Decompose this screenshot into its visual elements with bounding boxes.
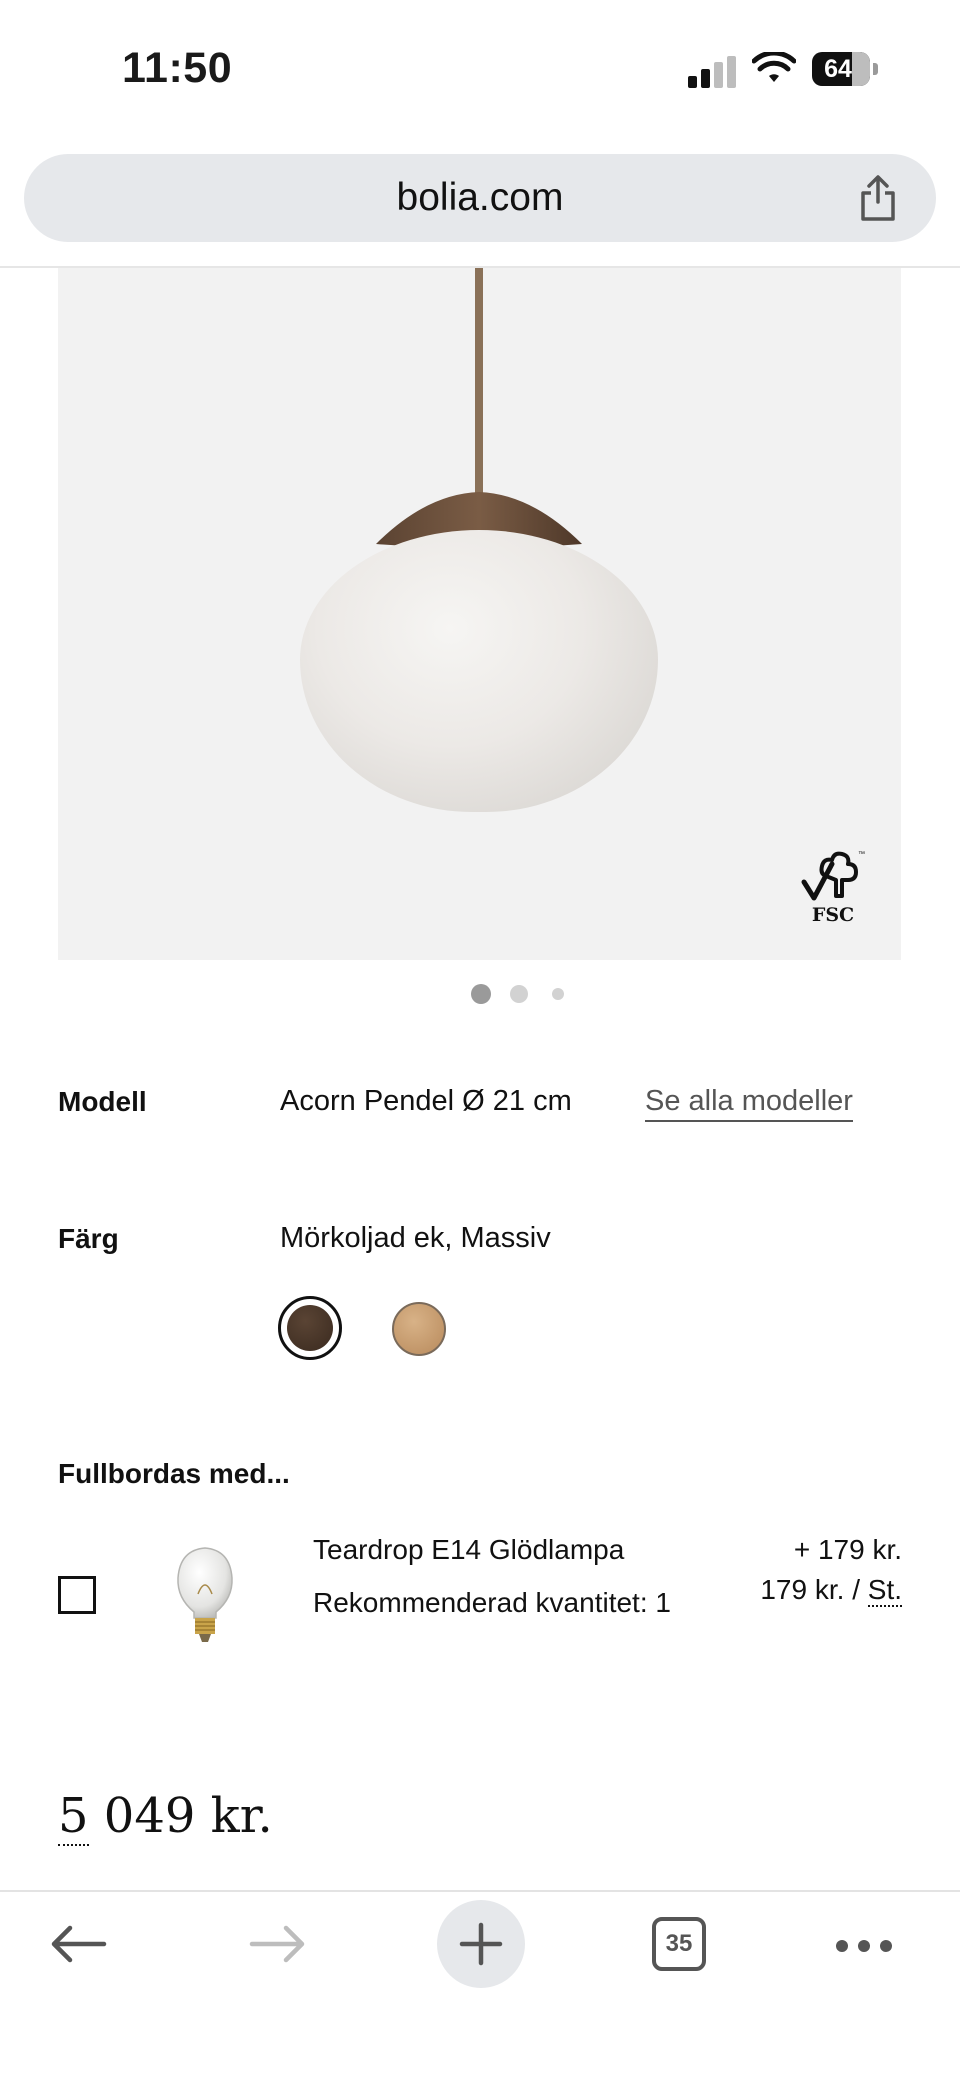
url-text[interactable]: bolia.com: [24, 154, 936, 242]
total-price-rest: 049 kr.: [88, 1788, 273, 1844]
model-value: Acorn Pendel Ø 21 cm: [280, 1085, 572, 1117]
swatch-fill: [287, 1305, 333, 1351]
status-time: 11:50: [122, 44, 233, 92]
fsc-tree-icon: ™: [801, 851, 865, 901]
total-price: 5 049 kr.: [58, 1788, 273, 1846]
model-label: Modell: [58, 1086, 147, 1117]
tabs-count: 35: [665, 1930, 693, 1957]
tabs-button[interactable]: 35: [652, 1917, 706, 1971]
back-arrow-icon[interactable]: [48, 1924, 108, 1964]
addon-unit-price: 179 kr. / St.: [760, 1574, 902, 1607]
carousel-dot-2[interactable]: [510, 985, 528, 1003]
color-swatch-oak[interactable]: [392, 1302, 446, 1356]
carousel-indicator[interactable]: [0, 984, 960, 1004]
see-all-models-link[interactable]: Se alla modeller: [645, 1085, 853, 1122]
status-bar: 11:50 64: [0, 0, 960, 140]
address-bar[interactable]: bolia.com: [24, 154, 936, 242]
wifi-icon: [752, 52, 796, 82]
addon-price: + 179 kr.: [793, 1534, 902, 1565]
fsc-logo: ™ FSC: [798, 848, 868, 932]
lamp-cord: [475, 268, 483, 500]
color-value: Mörkoljad ek, Massiv: [280, 1222, 551, 1254]
fsc-logo-text: FSC: [811, 904, 855, 926]
svg-text:™: ™: [858, 851, 865, 858]
carousel-dot-3[interactable]: [552, 988, 564, 1000]
addon-recommended-qty: Rekommenderad kvantitet: 1: [313, 1587, 671, 1618]
lamp-glass-shade: [300, 530, 658, 812]
color-label: Färg: [58, 1223, 119, 1254]
addons-heading: Fullbordas med...: [58, 1458, 290, 1489]
plus-icon: [459, 1922, 503, 1966]
addon-unit-price-value: 179 kr. /: [760, 1574, 860, 1605]
battery-level: 64: [824, 55, 852, 83]
addon-name[interactable]: Teardrop E14 Glödlampa: [313, 1534, 624, 1566]
product-image[interactable]: ™ FSC: [58, 268, 901, 960]
battery-icon: 64: [812, 52, 878, 86]
new-tab-button[interactable]: [437, 1900, 525, 1988]
forward-arrow-icon[interactable]: [248, 1924, 308, 1964]
total-price-first-digit: 5: [58, 1788, 89, 1846]
color-swatch-dark-oak[interactable]: [278, 1296, 342, 1360]
unit-abbreviation: St.: [867, 1574, 902, 1607]
bulb-image[interactable]: [172, 1546, 238, 1646]
share-icon[interactable]: [856, 174, 900, 222]
cellular-signal-icon: [688, 56, 738, 88]
carousel-dot-1[interactable]: [471, 984, 491, 1004]
addon-checkbox[interactable]: [58, 1576, 96, 1614]
